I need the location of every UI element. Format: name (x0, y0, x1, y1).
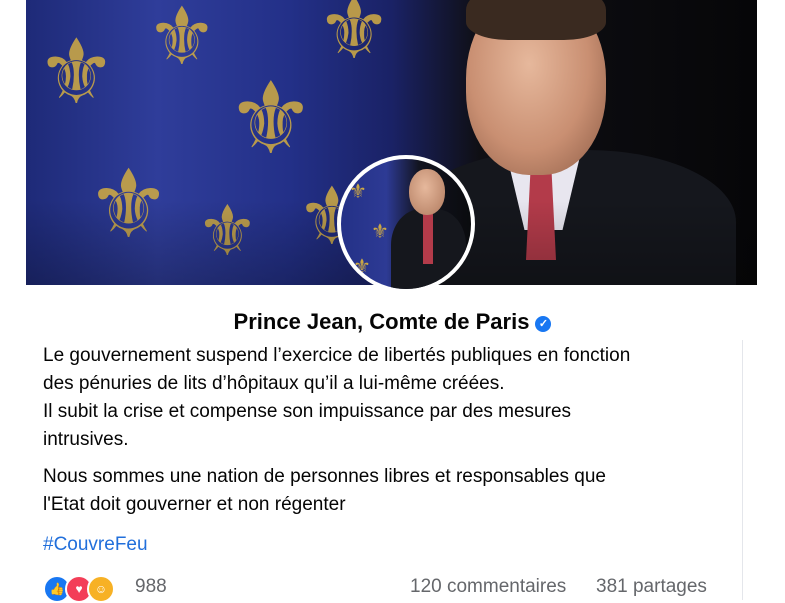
shares-count-link[interactable]: 381 partages (596, 576, 707, 598)
post-line: Il subit la crise et compense son impuis… (43, 401, 572, 422)
post-line: l'Etat doit gouverner et non régenter (43, 494, 346, 515)
post-line: Nous sommes une nation de personnes libr… (43, 466, 606, 487)
post-line: Le gouvernement suspend l’exercice de li… (43, 345, 631, 366)
profile-avatar[interactable]: ⚜ ⚜ ⚜ (337, 155, 475, 293)
post-paragraph-1: Le gouvernement suspend l’exercice de li… (43, 342, 733, 454)
scroll-divider (742, 340, 743, 600)
page-name-row: Prince Jean, Comte de Paris ✓ (0, 305, 785, 339)
comments-count-link[interactable]: 120 commentaires (410, 576, 566, 598)
avatar-tie (423, 214, 433, 264)
hashtag-link[interactable]: #CouvreFeu (43, 531, 148, 559)
reaction-count[interactable]: 988 (135, 576, 167, 598)
post-text: Le gouvernement suspend l’exercice de li… (43, 342, 733, 519)
fleur-de-lis-icon: ⚜ (353, 256, 371, 278)
verified-badge-icon: ✓ (535, 316, 552, 332)
care-icon: ☺ (87, 575, 115, 603)
post-paragraph-2: Nous sommes une nation de personnes libr… (43, 463, 733, 519)
post-line: des pénuries de lits d’hôpitaux qu’il a … (43, 373, 505, 394)
post-line: intrusives. (43, 429, 129, 450)
post-engagement-bar: 👍 ♥ ☺ 988 120 commentaires 381 partages (43, 573, 733, 603)
fleur-de-lis-icon: ⚜ (371, 221, 389, 243)
page-name[interactable]: Prince Jean, Comte de Paris (234, 309, 530, 334)
fleur-de-lis-icon: ⚜ (349, 181, 367, 203)
avatar-face (409, 169, 445, 215)
